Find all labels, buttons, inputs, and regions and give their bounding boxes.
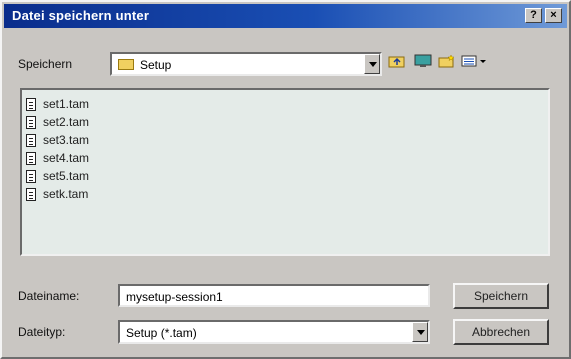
save-in-label: Speichern xyxy=(18,57,73,71)
help-button[interactable]: ? xyxy=(525,8,542,23)
current-folder-value: Setup xyxy=(140,58,172,72)
file-icon xyxy=(26,170,36,183)
filename-value: mysetup-session1 xyxy=(126,290,223,304)
file-name: set4.tam xyxy=(43,151,90,165)
filetype-label: Dateityp: xyxy=(18,325,66,339)
file-name: set3.tam xyxy=(43,133,90,147)
up-folder-icon[interactable] xyxy=(386,54,408,74)
chevron-down-icon[interactable] xyxy=(412,322,428,342)
dialog-title: Datei speichern unter xyxy=(12,8,150,23)
new-folder-icon[interactable] xyxy=(436,54,458,74)
file-icon xyxy=(26,188,36,201)
chevron-down-icon[interactable] xyxy=(364,54,380,74)
file-list[interactable]: set1.tam set2.tam set3.tam set4.tam set5… xyxy=(20,88,550,256)
save-button[interactable]: Speichern xyxy=(453,283,549,309)
filename-label: Dateiname: xyxy=(18,289,80,303)
file-icon xyxy=(26,134,36,147)
view-menu-icon[interactable] xyxy=(460,54,490,74)
filename-field[interactable]: mysetup-session1 xyxy=(118,284,430,307)
desktop-icon[interactable] xyxy=(412,54,434,74)
filetype-dropdown[interactable]: Setup (*.tam) xyxy=(118,320,430,344)
file-icon xyxy=(26,116,36,129)
title-bar[interactable]: Datei speichern unter ? × xyxy=(4,4,567,28)
save-as-dialog: Datei speichern unter ? × Speichern Setu… xyxy=(0,0,571,359)
file-icon xyxy=(26,98,36,111)
save-in-dropdown[interactable]: Setup xyxy=(110,52,382,76)
close-button[interactable]: × xyxy=(545,8,562,23)
folder-icon xyxy=(118,59,134,70)
file-icon xyxy=(26,152,36,165)
filetype-value: Setup (*.tam) xyxy=(126,326,197,340)
file-name: set5.tam xyxy=(43,169,90,183)
file-name: setk.tam xyxy=(43,187,89,201)
file-name: set2.tam xyxy=(43,115,90,129)
cancel-button[interactable]: Abbrechen xyxy=(453,319,549,345)
file-name: set1.tam xyxy=(43,97,90,111)
